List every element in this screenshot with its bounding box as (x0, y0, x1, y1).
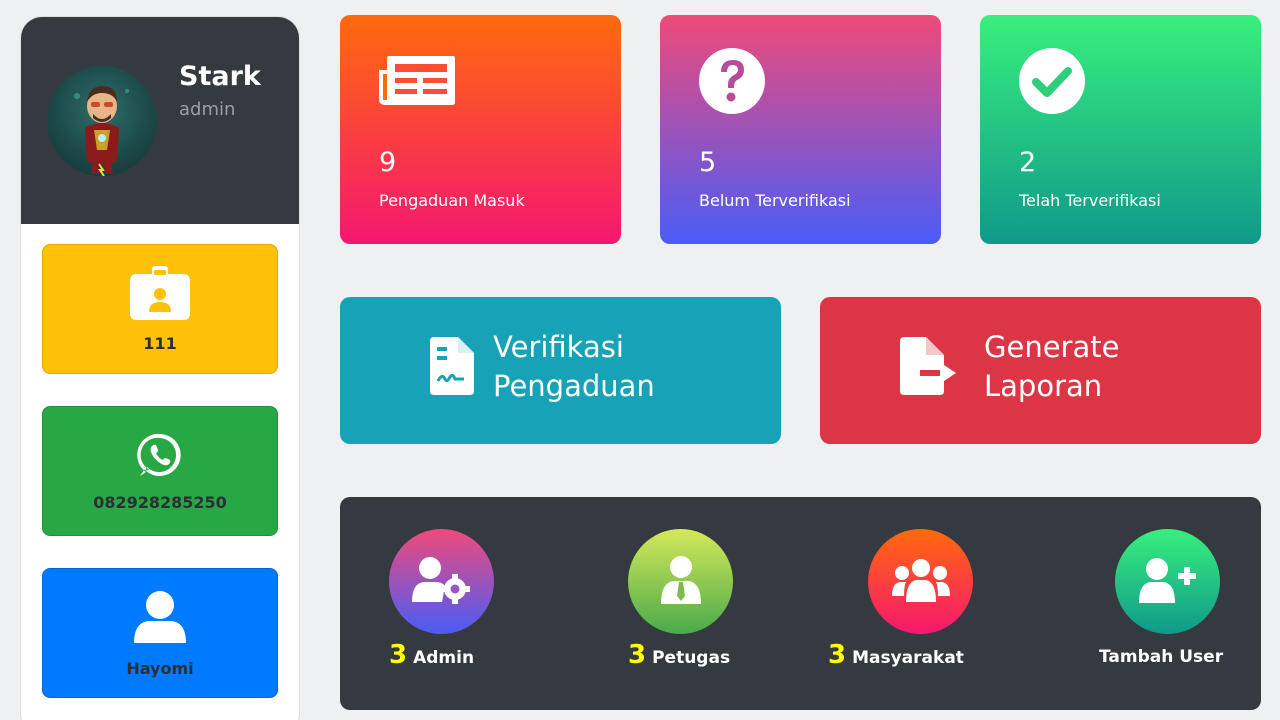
tambah-user-circle[interactable] (1115, 529, 1220, 634)
generate-line2: Laporan (984, 369, 1103, 403)
admin-caption: 3 Admin (389, 640, 474, 670)
petugas-circle[interactable] (628, 529, 733, 634)
stat-card-belum-terverifikasi[interactable]: 5 Belum Terverifikasi (660, 15, 941, 244)
profile-role: admin (179, 99, 236, 120)
id-card-icon (130, 265, 190, 324)
stat-value: 5 (699, 147, 717, 178)
info-box-user-label: Hayomi (126, 658, 194, 678)
generate-line1: Generate (984, 330, 1120, 364)
user-type-petugas[interactable]: 3 Petugas (628, 529, 733, 670)
verifikasi-line1: Verifikasi (493, 330, 624, 364)
info-box-id-label: 111 (143, 333, 177, 353)
file-export-icon (900, 337, 966, 399)
masyarakat-circle[interactable] (868, 529, 973, 634)
stat-card-telah-terverifikasi[interactable]: 2 Telah Terverifikasi (980, 15, 1261, 244)
info-box-whatsapp[interactable]: 082928285250 (42, 406, 278, 536)
admin-circle[interactable] (389, 529, 494, 634)
petugas-caption: 3 Petugas (628, 640, 730, 670)
users-panel: 3 Admin 3 Petugas 3 Masyarakat Tambah Us… (340, 497, 1261, 710)
verifikasi-pengaduan-button[interactable]: Verifikasi Pengaduan (340, 297, 781, 444)
whatsapp-icon (136, 431, 184, 483)
users-group-icon (891, 558, 950, 606)
user-type-admin[interactable]: 3 Admin (389, 529, 494, 670)
generate-laporan-button[interactable]: Generate Laporan (820, 297, 1261, 444)
profile-name: Stark (179, 61, 261, 92)
user-type-masyarakat[interactable]: 3 Masyarakat (828, 529, 973, 670)
stat-card-pengaduan-masuk[interactable]: 9 Pengaduan Masuk (340, 15, 621, 244)
stat-value: 2 (1019, 147, 1037, 178)
tambah-user-button[interactable]: Tambah User (1099, 529, 1223, 667)
admin-label: Admin (413, 648, 475, 668)
petugas-label: Petugas (652, 648, 731, 668)
verifikasi-line2: Pengaduan (493, 369, 655, 403)
verifikasi-pengaduan-label: Verifikasi Pengaduan (493, 328, 733, 406)
user-gear-icon (411, 556, 472, 608)
user-plus-icon (1138, 557, 1197, 607)
info-box-id[interactable]: 111 (42, 244, 278, 374)
user-tie-icon (659, 555, 703, 608)
admin-count: 3 (389, 640, 408, 670)
stat-value: 9 (379, 147, 397, 178)
masyarakat-label: Masyarakat (852, 648, 964, 668)
profile-card: Stark admin 111 082928285250 Hayomi (20, 16, 300, 720)
signed-document-icon (430, 337, 474, 399)
stat-label: Telah Terverifikasi (1019, 191, 1161, 210)
petugas-count: 3 (628, 640, 647, 670)
stat-label: Pengaduan Masuk (379, 191, 525, 210)
newspaper-icon (379, 48, 455, 110)
tambah-user-caption: Tambah User (1099, 647, 1223, 667)
info-box-whatsapp-label: 082928285250 (93, 492, 227, 512)
info-box-user[interactable]: Hayomi (42, 568, 278, 698)
masyarakat-caption: 3 Masyarakat (828, 640, 964, 670)
masyarakat-count: 3 (828, 640, 847, 670)
profile-header: Stark admin (21, 17, 299, 224)
stat-label: Belum Terverifikasi (699, 191, 851, 210)
question-circle-icon (699, 48, 765, 118)
avatar[interactable] (47, 66, 157, 176)
user-icon (132, 589, 188, 649)
tambah-user-label: Tambah User (1099, 647, 1224, 667)
check-circle-icon (1019, 48, 1085, 118)
generate-laporan-label: Generate Laporan (984, 328, 1224, 406)
